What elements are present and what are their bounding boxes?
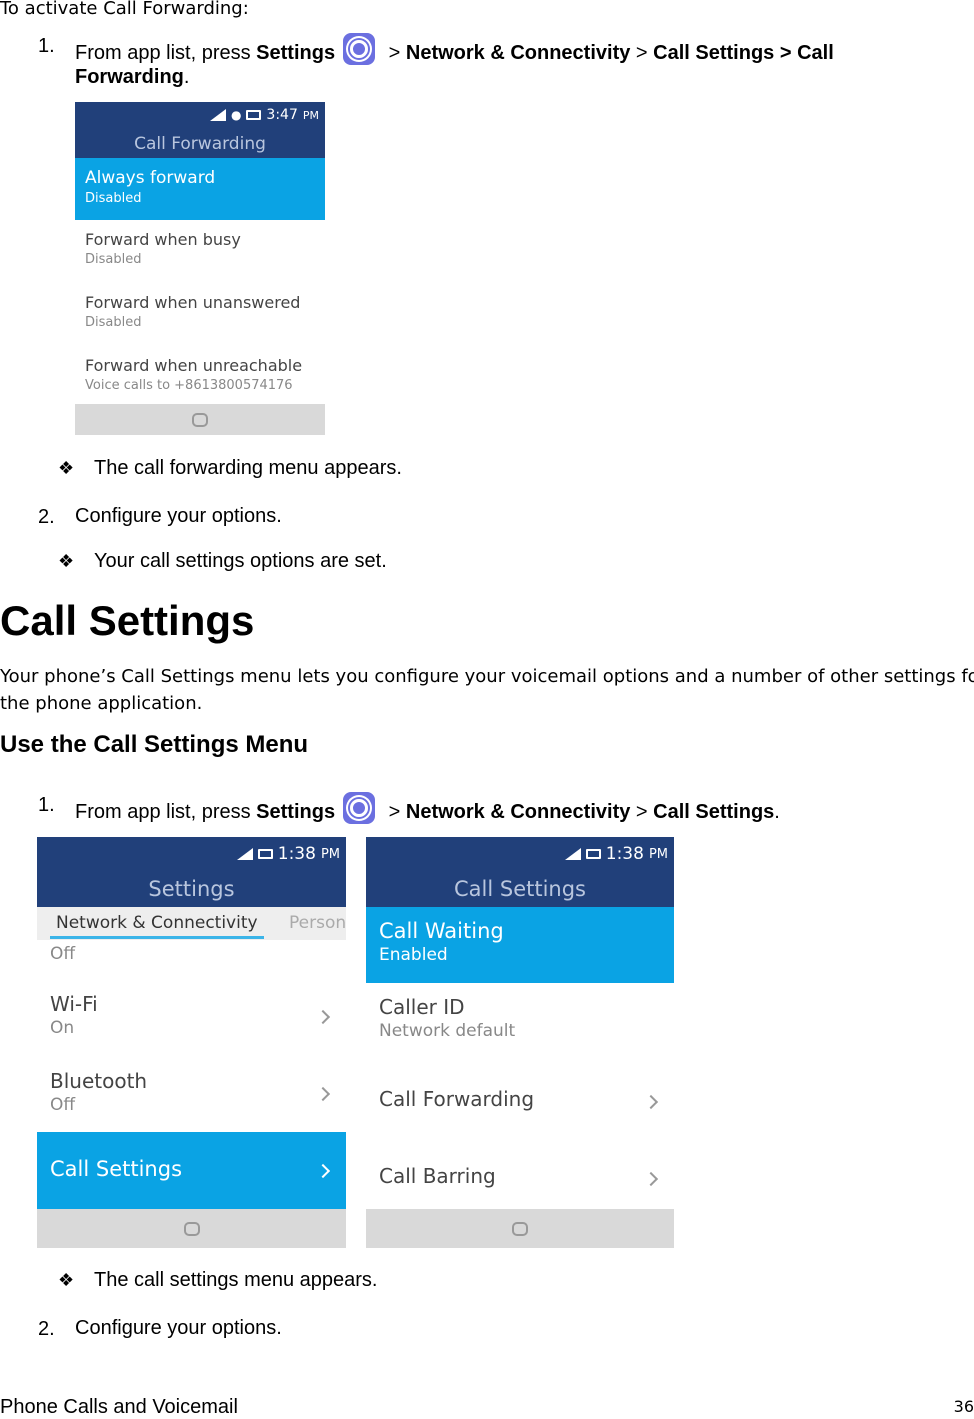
signal-icon [236, 848, 253, 860]
ampm: PM [320, 846, 340, 862]
screen-title: Settings [148, 877, 235, 901]
item-label: Bluetooth [50, 1069, 148, 1093]
wifi-icon: ● [230, 108, 242, 122]
screen-title: Call Settings [453, 877, 586, 901]
menu-item-wifi[interactable]: Wi-Fi On [37, 992, 346, 1062]
bullet-icon: ❖ [58, 458, 75, 478]
item-sub: Disabled [85, 315, 142, 330]
menu-item-call-waiting[interactable]: Call Waiting Enabled [366, 907, 674, 983]
item-label: Forward when unanswered [85, 293, 301, 312]
text: . [774, 801, 780, 823]
step-1b-instruction: From app list, press Settings > Network … [75, 792, 780, 824]
item-label: Wi-Fi [50, 992, 98, 1016]
softkey-bar [37, 1209, 346, 1248]
ampm: PM [302, 108, 319, 122]
item-sub: Network default [379, 1021, 516, 1041]
settings-gear-icon [343, 792, 376, 824]
softkey-bar [366, 1209, 674, 1248]
item-sub: On [50, 1018, 75, 1038]
menu-item-forward-busy[interactable]: Forward when busy Disabled [75, 230, 325, 267]
screen-title: Call Forwarding [134, 134, 266, 154]
signal-icon [564, 848, 581, 860]
tab-network-connectivity[interactable]: Network & Connectivity [50, 913, 264, 939]
step-number: 2. [38, 506, 55, 528]
paragraph-cont: the phone application. [0, 693, 203, 714]
step-2b-instruction: Configure your options. [75, 1317, 282, 1339]
menu-item-call-settings[interactable]: Call Settings [37, 1132, 346, 1209]
call-settings-screenshot: 1:38 PM Call Settings Call Waiting Enabled… [366, 837, 674, 1248]
home-icon [512, 1221, 528, 1236]
item-sub: Voice calls to +8613800574176 [85, 378, 293, 393]
text: From app list, press [75, 801, 257, 823]
page-number: 36 [953, 1397, 974, 1416]
call-forwarding-screenshot: ● 3:47 PM Call Forwarding Always forward Di… [75, 102, 325, 435]
tab-personalization[interactable]: Person [289, 913, 346, 933]
menu-item-forward-unreachable[interactable]: Forward when unreachable Voice calls to +… [75, 356, 325, 393]
settings-screenshot: 1:38 PM Settings Network & Connectivity P… [37, 837, 346, 1248]
settings-label: Settings [256, 42, 336, 64]
menu-item-call-forwarding[interactable]: Call Forwarding [366, 1087, 674, 1111]
battery-icon [585, 849, 601, 859]
bullet-icon: ❖ [58, 551, 75, 571]
settings-label: Settings [256, 801, 336, 823]
tab-bar: Network & Connectivity Person [37, 907, 346, 940]
network-label: Network & Connectivity [405, 801, 631, 823]
result-text: The call forwarding menu appears. [94, 457, 402, 479]
softkey-bar [75, 404, 325, 435]
home-icon [192, 412, 208, 427]
call-settings-label: Call Settings [653, 801, 775, 823]
section-heading: Call Settings [0, 597, 255, 644]
item-label: Forward when unreachable [85, 356, 303, 375]
forwarding-label: Forwarding [75, 66, 184, 88]
paragraph: Your phone’s Call Settings menu lets you… [0, 666, 974, 687]
item-label: Call Settings [50, 1157, 183, 1181]
clock: 1:38 [605, 844, 644, 864]
intro-text: To activate Call Forwarding: [0, 0, 249, 19]
menu-item-forward-unanswered[interactable]: Forward when unanswered Disabled [75, 293, 325, 330]
item-label: Forward when busy [85, 230, 241, 249]
item-label: Always forward [85, 168, 216, 188]
item-sub: Off [50, 1095, 76, 1115]
result-text: Your call settings options are set. [94, 550, 387, 572]
call-settings-label: Call Settings > Call [653, 42, 834, 64]
battery-icon [257, 849, 273, 859]
item-label: Call Barring [379, 1164, 496, 1188]
menu-item-call-barring[interactable]: Call Barring [366, 1164, 674, 1188]
step-1-instruction: From app list, press Settings > Network … [75, 33, 834, 89]
subheading: Use the Call Settings Menu [0, 731, 309, 758]
step-2-instruction: Configure your options. [75, 505, 282, 527]
menu-item-partial[interactable]: Off [37, 944, 346, 964]
settings-gear-icon [343, 33, 376, 65]
clock: 1:38 [277, 844, 316, 864]
result-text: The call settings menu appears. [94, 1269, 378, 1291]
bullet-icon: ❖ [58, 1270, 75, 1290]
clock: 3:47 [266, 107, 298, 123]
text: From app list, press [75, 42, 257, 64]
item-sub: Enabled [379, 945, 448, 965]
ampm: PM [648, 846, 668, 862]
item-sub: Off [50, 944, 76, 964]
signal-icon [209, 109, 226, 121]
item-label: Call Waiting [379, 919, 504, 943]
step-number: 1. [38, 35, 55, 57]
step-number: 2. [38, 1318, 55, 1340]
menu-item-caller-id[interactable]: Caller ID Network default [366, 995, 674, 1041]
text: . [183, 66, 190, 88]
menu-item-always-forward[interactable]: Always forward Disabled [75, 158, 325, 220]
item-label: Call Forwarding [379, 1087, 535, 1111]
text: > [630, 801, 654, 823]
item-label: Caller ID [379, 995, 465, 1019]
text: > [630, 42, 654, 64]
text: > [383, 801, 406, 823]
item-sub: Disabled [85, 252, 142, 267]
menu-item-bluetooth[interactable]: Bluetooth Off [37, 1069, 346, 1139]
battery-icon [246, 110, 262, 120]
step-number: 1. [38, 794, 55, 816]
network-label: Network & Connectivity [405, 42, 631, 64]
home-icon [183, 1221, 200, 1236]
text: > [383, 42, 406, 64]
item-sub: Disabled [85, 191, 142, 206]
